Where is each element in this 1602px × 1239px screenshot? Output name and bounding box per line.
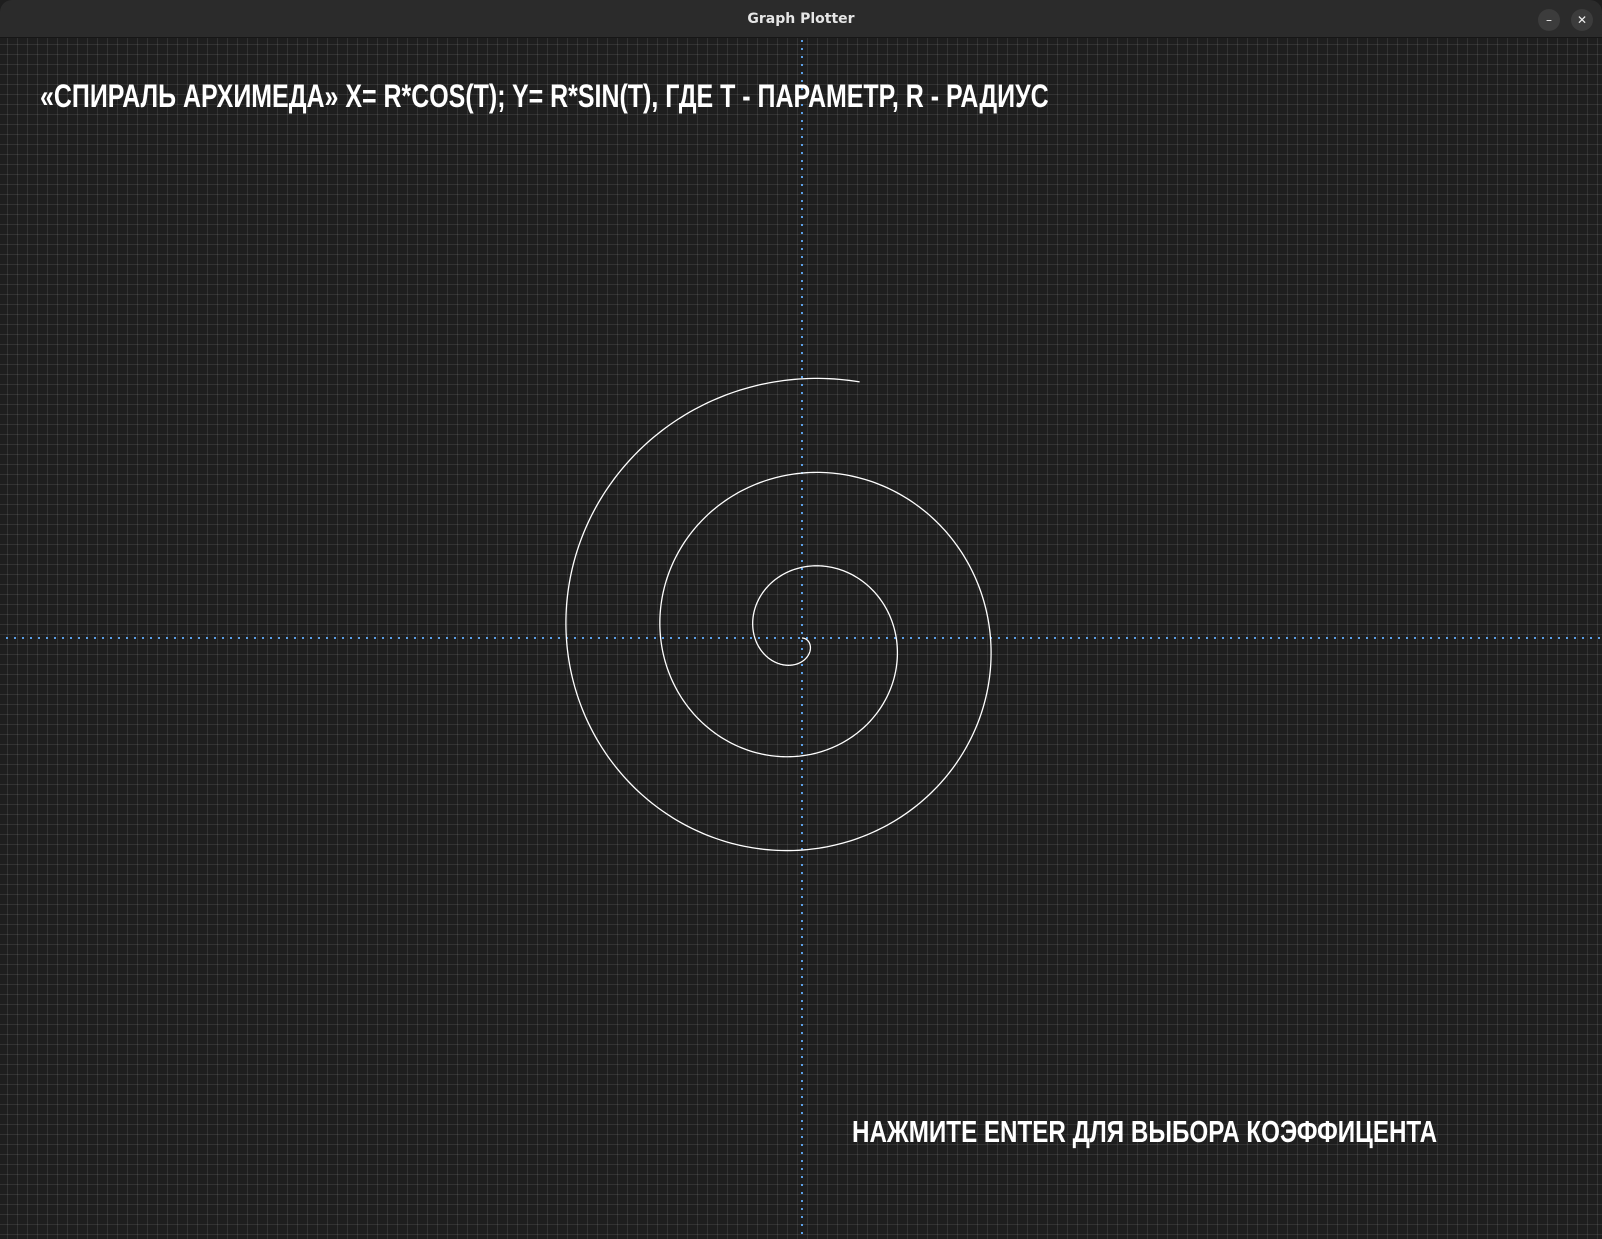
- spiral-curve: [565, 377, 992, 852]
- minimize-button[interactable]: –: [1538, 9, 1560, 31]
- formula-label: «Спираль Архимеда» x= r*cos(t); y= r*sin…: [40, 78, 1049, 114]
- close-button[interactable]: ✕: [1571, 9, 1593, 31]
- window-title: Graph Plotter: [747, 11, 855, 27]
- plot-svg: [6, 40, 1600, 1239]
- plot-canvas[interactable]: «Спираль Архимеда» x= r*cos(t); y= r*sin…: [0, 38, 1602, 1239]
- hint-label: Нажмите Enter для выбора коэффицента: [852, 1114, 1438, 1149]
- title-bar[interactable]: Graph Plotter – ✕: [0, 0, 1602, 38]
- app-window: Graph Plotter – ✕ «Спираль Архимеда» x= …: [0, 0, 1602, 1239]
